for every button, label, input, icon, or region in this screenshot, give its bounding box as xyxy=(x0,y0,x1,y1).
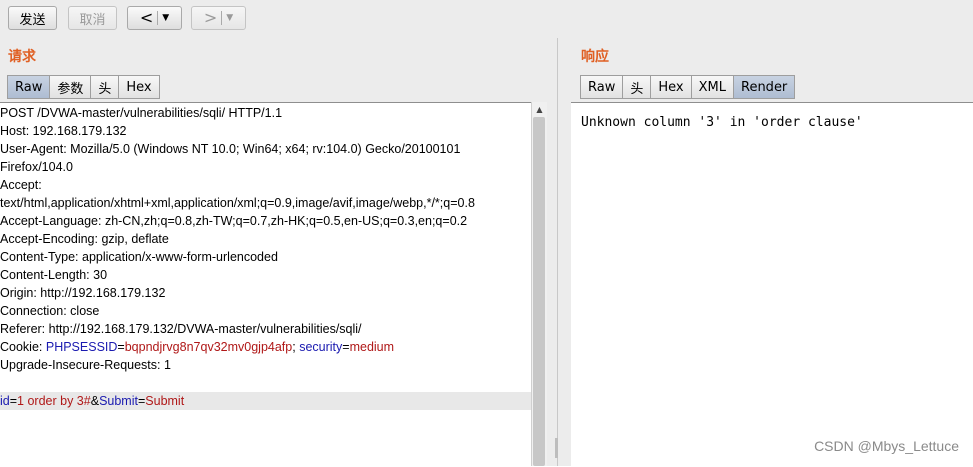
request-line: User-Agent: Mozilla/5.0 (Windows NT 10.0… xyxy=(0,142,461,156)
cookie-eq: = xyxy=(342,340,350,354)
back-separator xyxy=(157,11,159,25)
request-title: 请求 xyxy=(8,49,36,65)
body-amp: & xyxy=(90,394,100,408)
forward-separator xyxy=(221,11,223,25)
forward-dropdown-icon[interactable]: ▼ xyxy=(226,13,233,23)
send-label: 发送 xyxy=(19,12,46,28)
response-tab-hex[interactable]: Hex xyxy=(650,75,691,99)
request-line: text/html,application/xhtml+xml,applicat… xyxy=(0,196,475,210)
forward-button[interactable]: > ▼ xyxy=(191,6,246,30)
cancel-label: 取消 xyxy=(79,12,106,28)
request-line: Origin: http://192.168.179.132 xyxy=(0,286,166,300)
scroll-up-icon[interactable]: ▲ xyxy=(532,102,547,116)
request-tab-raw[interactable]: Raw xyxy=(7,75,50,99)
split-pane-divider[interactable] xyxy=(555,38,571,466)
request-line: Accept-Language: zh-CN,zh;q=0.8,zh-TW;q=… xyxy=(0,214,468,228)
request-scrollbar[interactable]: ▲ xyxy=(531,102,547,466)
request-tab-headers[interactable]: 头 xyxy=(90,75,119,99)
request-line: Connection: close xyxy=(0,304,100,318)
back-button[interactable]: < ▼ xyxy=(127,6,182,30)
cookie-label: Cookie: xyxy=(0,340,46,354)
request-tab-hex[interactable]: Hex xyxy=(118,75,160,99)
cancel-button[interactable]: 取消 xyxy=(68,6,117,30)
scrollbar-thumb[interactable] xyxy=(533,117,545,466)
cookie-line: Cookie: PHPSESSID=bqpndjrvg8n7qv32mv0gjp… xyxy=(0,338,394,356)
divider-line xyxy=(557,38,561,466)
back-dropdown-icon[interactable]: ▼ xyxy=(162,13,169,23)
request-line: Referer: http://192.168.179.132/DVWA-mas… xyxy=(0,322,362,336)
request-line: Accept-Encoding: gzip, deflate xyxy=(0,232,169,246)
watermark: CSDN @Mbys_Lettuce xyxy=(814,438,959,454)
body-param-name: id xyxy=(0,394,10,408)
request-line: POST /DVWA-master/vulnerabilities/sqli/ … xyxy=(0,106,283,120)
cookie-value: medium xyxy=(349,340,395,354)
toolbar: 发送 取消 < ▼ > ▼ xyxy=(0,0,973,38)
cookie-eq: = xyxy=(117,340,125,354)
request-line: Accept: xyxy=(0,178,42,192)
body-param-value: 1 order by 3# xyxy=(17,394,91,408)
back-arrow-icon: < xyxy=(139,8,154,27)
response-tab-xml[interactable]: XML xyxy=(690,75,733,99)
response-render-view: Unknown column '3' in 'order clause' xyxy=(571,102,973,467)
response-tab-headers[interactable]: 头 xyxy=(622,75,651,99)
request-tabs: Raw 参数 头 Hex xyxy=(7,75,160,99)
send-button[interactable]: 发送 xyxy=(8,6,57,30)
cookie-name: PHPSESSID xyxy=(45,340,118,354)
request-body-line: id=1 order by 3#&Submit=Submit xyxy=(0,392,531,410)
request-line: Upgrade-Insecure-Requests: 1 xyxy=(0,358,171,372)
response-tab-render[interactable]: Render xyxy=(733,75,796,99)
response-tab-raw[interactable]: Raw xyxy=(580,75,623,99)
response-text: Unknown column '3' in 'order clause' xyxy=(581,115,863,130)
divider-handle[interactable] xyxy=(555,438,558,458)
response-title: 响应 xyxy=(581,49,609,65)
response-tabs: Raw 头 Hex XML Render xyxy=(580,75,796,99)
cookie-name: security xyxy=(299,340,343,354)
request-line: Firefox/104.0 xyxy=(0,160,73,174)
body-param-value: Submit xyxy=(145,394,185,408)
body-param-name: Submit xyxy=(99,394,138,408)
request-line: Content-Type: application/x-www-form-url… xyxy=(0,250,278,264)
request-editor[interactable]: POST /DVWA-master/vulnerabilities/sqli/ … xyxy=(0,102,531,467)
request-line: Content-Length: 30 xyxy=(0,268,108,282)
forward-arrow-icon: > xyxy=(203,8,218,27)
body-eq: = xyxy=(9,394,18,408)
request-line: Host: 192.168.179.132 xyxy=(0,124,127,138)
cookie-value: bqpndjrvg8n7qv32mv0gjp4afp xyxy=(124,340,293,354)
request-tab-params[interactable]: 参数 xyxy=(49,75,91,99)
